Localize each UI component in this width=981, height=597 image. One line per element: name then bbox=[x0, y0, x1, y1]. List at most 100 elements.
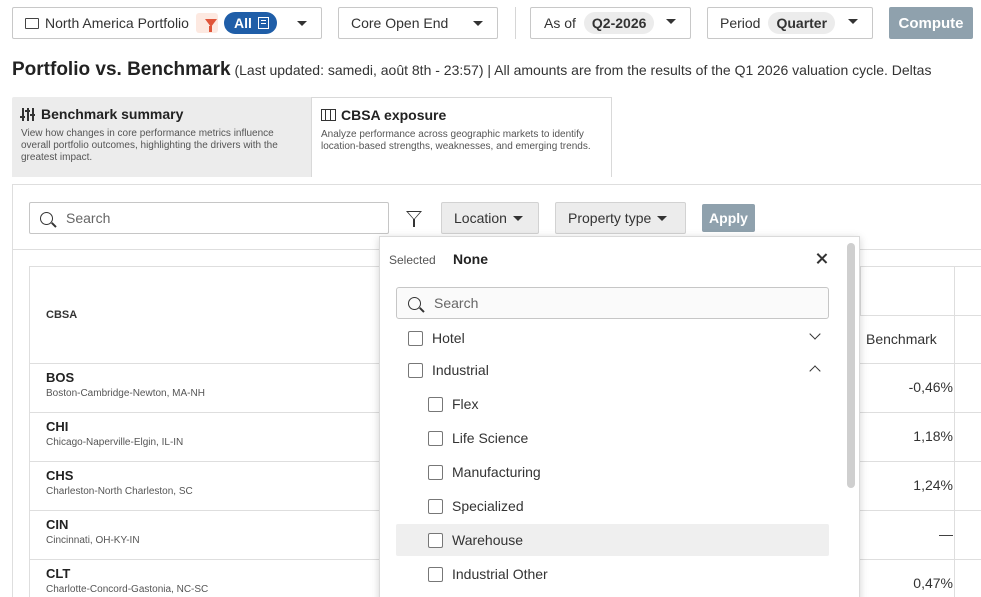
property-type-filter-button[interactable]: Property type bbox=[555, 202, 686, 234]
cbsa-code: CHS bbox=[46, 468, 74, 483]
benchmark-value: -0,46% bbox=[908, 379, 953, 395]
cbsa-code: CLT bbox=[46, 566, 71, 581]
option-label: Industrial Other bbox=[452, 566, 548, 582]
search-input[interactable]: Search bbox=[29, 202, 389, 234]
chevron-down-icon bbox=[848, 19, 858, 24]
option-label: Flex bbox=[452, 396, 479, 412]
checkbox[interactable] bbox=[428, 464, 443, 480]
location-filter-button[interactable]: Location bbox=[441, 202, 539, 234]
chevron-up-icon[interactable] bbox=[809, 365, 821, 377]
search-icon bbox=[408, 296, 421, 310]
property-type-dropdown: Selected None Search Hotel Industrial Fl… bbox=[379, 236, 860, 597]
fund-select-value: Core Open End bbox=[351, 15, 449, 31]
tab-title-text: Benchmark summary bbox=[41, 106, 184, 122]
period-value: Quarter bbox=[768, 12, 836, 34]
cbsa-code: CIN bbox=[46, 517, 69, 532]
building-icon bbox=[257, 17, 269, 29]
filter-icon bbox=[204, 19, 217, 32]
cbsa-name: Charleston-North Charleston, SC bbox=[46, 486, 193, 497]
checkbox[interactable] bbox=[408, 330, 423, 346]
option-manufacturing[interactable]: Manufacturing bbox=[396, 456, 829, 488]
option-industrial-other[interactable]: Industrial Other bbox=[396, 558, 829, 590]
toolbar: North America Portfolio All Core Open En… bbox=[12, 7, 981, 39]
option-specialized[interactable]: Specialized bbox=[396, 490, 829, 522]
column-header-benchmark[interactable]: Benchmark bbox=[866, 331, 937, 347]
chevron-down-icon bbox=[657, 215, 668, 221]
option-label: Specialized bbox=[452, 498, 524, 514]
option-label: Manufacturing bbox=[452, 464, 541, 480]
apply-button[interactable]: Apply bbox=[702, 204, 755, 232]
header-divider bbox=[860, 315, 981, 316]
dropdown-scrollbar[interactable] bbox=[847, 243, 855, 488]
column-divider bbox=[860, 267, 861, 315]
option-label: Industrial bbox=[432, 362, 489, 378]
cbsa-code: BOS bbox=[46, 370, 75, 385]
benchmark-value: 0,47% bbox=[913, 575, 953, 591]
portfolio-label: North America Portfolio bbox=[45, 15, 189, 31]
property-type-filter-label: Property type bbox=[568, 210, 652, 226]
checkbox[interactable] bbox=[428, 396, 443, 412]
cbsa-name: Boston-Cambridge-Newton, MA-NH bbox=[46, 388, 205, 399]
dropdown-search-placeholder: Search bbox=[434, 295, 479, 311]
page-subtitle: (Last updated: samedi, août 8th - 23:57)… bbox=[234, 62, 932, 78]
option-hotel[interactable]: Hotel bbox=[396, 322, 829, 354]
tab-benchmark-summary[interactable]: Benchmark summary View how changes in co… bbox=[12, 97, 311, 177]
as-of-value: Q2-2026 bbox=[583, 12, 655, 34]
option-label: Warehouse bbox=[452, 532, 524, 548]
benchmark-value: — bbox=[939, 526, 953, 542]
chevron-down-icon[interactable] bbox=[809, 328, 821, 340]
toolbar-divider bbox=[515, 7, 516, 39]
page-title: Portfolio vs. Benchmark bbox=[12, 59, 231, 80]
cbsa-name: Charlotte-Concord-Gastonia, NC-SC bbox=[46, 584, 209, 595]
column-header-cbsa[interactable]: CBSA bbox=[46, 309, 77, 321]
option-label: Hotel bbox=[432, 330, 465, 346]
period-select[interactable]: Period Quarter bbox=[707, 7, 873, 39]
chevron-down-icon bbox=[297, 21, 307, 26]
tab-cbsa-exposure[interactable]: CBSA exposure Analyze performance across… bbox=[311, 97, 612, 177]
page-heading: Portfolio vs. Benchmark (Last updated: s… bbox=[12, 59, 931, 81]
portfolio-selector[interactable]: North America Portfolio All bbox=[12, 7, 322, 39]
dropdown-search-input[interactable]: Search bbox=[396, 287, 829, 319]
filter-icon[interactable] bbox=[406, 211, 422, 227]
tab-description: View how changes in core performance met… bbox=[21, 128, 278, 163]
selected-label: Selected bbox=[389, 253, 436, 267]
fund-select[interactable]: Core Open End bbox=[338, 7, 498, 39]
location-filter-label: Location bbox=[454, 210, 507, 226]
chevron-down-icon bbox=[666, 19, 676, 24]
close-icon[interactable] bbox=[816, 253, 828, 265]
cbsa-name: Chicago-Naperville-Elgin, IL-IN bbox=[46, 437, 184, 448]
benchmark-value: 1,18% bbox=[913, 428, 953, 444]
checkbox[interactable] bbox=[428, 430, 443, 446]
search-icon bbox=[40, 211, 53, 225]
checkbox[interactable] bbox=[428, 498, 443, 514]
checkbox[interactable] bbox=[428, 532, 443, 548]
chevron-down-icon bbox=[473, 21, 483, 26]
cbsa-code: CHI bbox=[46, 419, 69, 434]
checkbox[interactable] bbox=[428, 566, 443, 582]
as-of-label: As of bbox=[544, 15, 576, 31]
tab-title: CBSA exposure bbox=[321, 107, 602, 123]
option-industrial[interactable]: Industrial bbox=[396, 354, 829, 386]
period-label: Period bbox=[720, 15, 761, 31]
option-life-science[interactable]: Life Science bbox=[396, 422, 829, 454]
all-assets-pill[interactable]: All bbox=[223, 12, 277, 34]
active-filter-indicator[interactable] bbox=[195, 13, 218, 33]
benchmark-value: 1,24% bbox=[913, 477, 953, 493]
tab-description: Analyze performance across geographic ma… bbox=[321, 129, 591, 152]
tab-title-text: CBSA exposure bbox=[341, 107, 447, 123]
tab-title: Benchmark summary bbox=[20, 106, 302, 122]
as-of-select[interactable]: As of Q2-2026 bbox=[530, 7, 691, 39]
folder-icon bbox=[25, 17, 39, 29]
compute-button[interactable]: Compute bbox=[889, 7, 973, 39]
selected-value: None bbox=[453, 251, 488, 267]
map-icon bbox=[321, 109, 336, 121]
sliders-icon bbox=[20, 107, 35, 121]
option-flex[interactable]: Flex bbox=[396, 388, 829, 420]
all-pill-label: All bbox=[233, 15, 252, 31]
option-warehouse[interactable]: Warehouse bbox=[396, 524, 829, 556]
cbsa-name: Cincinnati, OH-KY-IN bbox=[46, 535, 140, 546]
chevron-down-icon bbox=[512, 215, 523, 221]
checkbox[interactable] bbox=[408, 362, 423, 378]
option-label: Life Science bbox=[452, 430, 529, 446]
search-placeholder: Search bbox=[66, 210, 111, 226]
